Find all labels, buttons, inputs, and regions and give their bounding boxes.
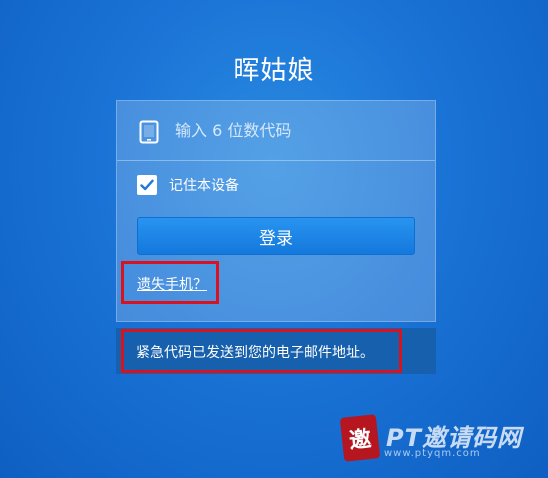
watermark-url: www.ptyqm.com	[384, 448, 481, 459]
code-input[interactable]	[175, 113, 415, 147]
checkbox-checked-icon[interactable]	[137, 175, 157, 195]
watermark-seal-logo: 邀	[339, 414, 381, 462]
login-button[interactable]: 登录	[137, 217, 415, 255]
highlight-box-notice	[121, 329, 402, 373]
highlight-box-lost-phone	[121, 261, 219, 304]
remember-device-checkbox[interactable]: 记住本设备	[137, 175, 239, 195]
remember-device-label: 记住本设备	[169, 178, 239, 194]
page-title: 晖姑娘	[233, 56, 315, 86]
code-row	[117, 101, 435, 161]
phone-icon	[139, 120, 159, 144]
